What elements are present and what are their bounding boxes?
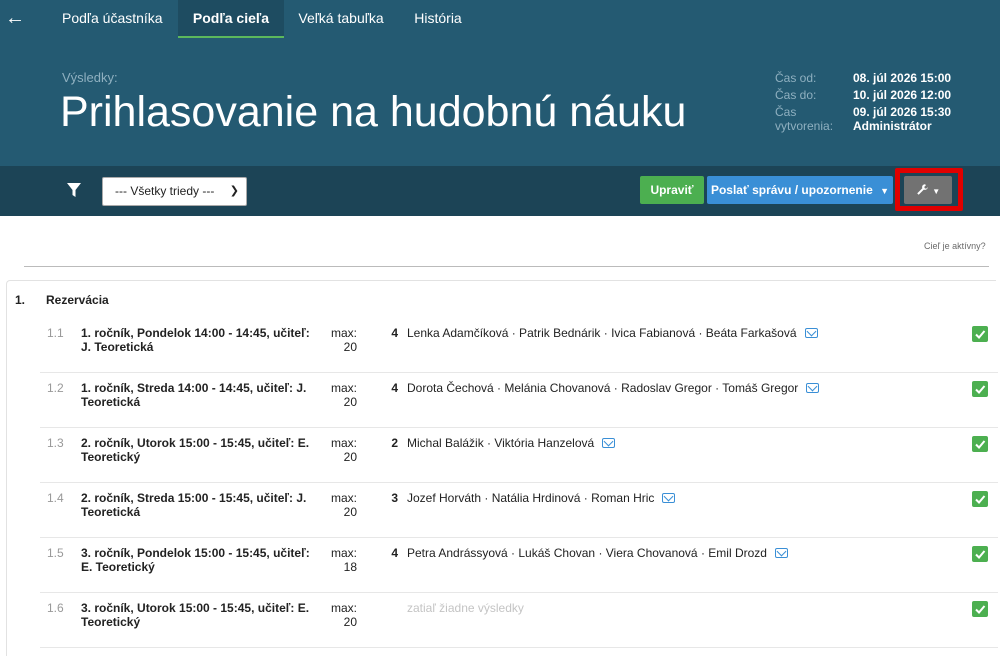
- row-max-value: 20: [343, 395, 357, 409]
- time-created-label: Čas vytvorenia:: [775, 105, 834, 133]
- envelope-icon[interactable]: [602, 438, 616, 448]
- tools-button[interactable]: ▼: [904, 176, 952, 204]
- row-max: max: 20: [320, 436, 357, 464]
- checkbox-checked-icon[interactable]: [972, 546, 988, 562]
- envelope-icon[interactable]: [804, 328, 818, 338]
- page-header: Výsledky: Prihlasovanie na hudobnú náuku…: [0, 38, 1000, 166]
- filter-icon[interactable]: [66, 182, 82, 198]
- time-to-value: 10. júl 2026 12:00: [853, 88, 952, 102]
- row-title: 3. ročník, Pondelok 15:00 - 15:45, učite…: [81, 546, 310, 574]
- send-message-label: Poslať správu / upozornenie: [710, 183, 873, 197]
- section-number: 1.: [15, 293, 26, 307]
- row-max-value: 18: [343, 560, 357, 574]
- row-max-value: 20: [343, 340, 357, 354]
- row-count: 4: [391, 381, 398, 395]
- table-row: 1.1 1. ročník, Pondelok 14:00 - 14:45, uč…: [40, 318, 998, 373]
- class-select-value: --- Všetky triedy ---: [115, 184, 215, 198]
- row-count: 4: [391, 326, 398, 340]
- row-max: max: 20: [320, 326, 357, 354]
- table-row: 1.2 1. ročník, Streda 14:00 - 14:45, učit…: [40, 373, 998, 428]
- row-title: 1. ročník, Pondelok 14:00 - 14:45, učite…: [81, 326, 310, 354]
- envelope-icon[interactable]: [806, 383, 820, 393]
- envelope-icon[interactable]: [662, 493, 676, 503]
- goal-active-link[interactable]: Cieľ je aktívny?: [924, 241, 986, 251]
- checkbox-checked-icon[interactable]: [972, 601, 988, 617]
- row-number: 1.5: [47, 546, 64, 560]
- participant-list: Lenka Adamčíková · Patrik Bednárik · Ivi…: [407, 326, 797, 340]
- row-max-value: 20: [343, 450, 357, 464]
- table-row: 1.5 3. ročník, Pondelok 15:00 - 15:45, uč…: [40, 538, 998, 593]
- participant-list: Michal Balážik · Viktória Hanzelová: [407, 436, 595, 450]
- row-title: 1. ročník, Streda 14:00 - 14:45, učiteľ:…: [81, 381, 307, 409]
- row-max: max: 20: [320, 491, 357, 519]
- checkbox-checked-icon[interactable]: [972, 436, 988, 452]
- row-max-label: max:: [330, 601, 357, 615]
- table-row: 1.3 2. ročník, Utorok 15:00 - 15:45, učit…: [40, 428, 998, 483]
- row-max: max: 20: [320, 601, 357, 629]
- row-title: 3. ročník, Utorok 15:00 - 15:45, učiteľ:…: [81, 601, 310, 629]
- tab-by-goal[interactable]: Podľa cieľa: [178, 0, 284, 38]
- class-select[interactable]: --- Všetky triedy --- ❯: [102, 177, 247, 206]
- row-number: 1.2: [47, 381, 64, 395]
- edit-button[interactable]: Upraviť: [640, 176, 704, 204]
- page-subtitle: Výsledky:: [62, 70, 118, 85]
- row-title: 2. ročník, Utorok 15:00 - 15:45, učiteľ:…: [81, 436, 310, 464]
- row-participants: Petra Andrássyová · Lukáš Chovan · Viera…: [407, 546, 788, 560]
- row-number: 1.1: [47, 326, 64, 340]
- section-title: Rezervácia: [46, 293, 109, 307]
- row-empty: zatiaľ žiadne výsledky: [407, 601, 524, 615]
- time-from-value: 08. júl 2026 15:00: [853, 71, 952, 85]
- row-max-label: max:: [330, 546, 357, 560]
- caret-down-icon: ▼: [880, 186, 890, 196]
- created-by-value: Administrátor: [853, 119, 932, 133]
- participant-list: Jozef Horváth · Natália Hrdinová · Roman…: [407, 491, 655, 505]
- time-to-label: Čas do:: [775, 88, 817, 102]
- arrow-left-icon[interactable]: ←: [4, 6, 26, 30]
- row-number: 1.6: [47, 601, 64, 615]
- time-from-label: Čas od:: [775, 71, 817, 85]
- row-title: 2. ročník, Streda 15:00 - 15:45, učiteľ:…: [81, 491, 307, 519]
- send-message-button[interactable]: Poslať správu / upozornenie ▼: [707, 176, 893, 204]
- checkbox-checked-icon[interactable]: [972, 381, 988, 397]
- row-max-label: max:: [330, 436, 357, 450]
- row-max-value: 20: [343, 615, 357, 629]
- row-participants: Jozef Horváth · Natália Hrdinová · Roman…: [407, 491, 676, 505]
- row-max: max: 20: [320, 381, 357, 409]
- tab-by-participant[interactable]: Podľa účastníka: [48, 0, 176, 38]
- chevron-down-icon: ❯: [229, 185, 239, 197]
- row-participants: Lenka Adamčíková · Patrik Bednárik · Ivi…: [407, 326, 818, 340]
- row-max-value: 20: [343, 505, 357, 519]
- participant-list: Petra Andrássyová · Lukáš Chovan · Viera…: [407, 546, 767, 560]
- row-max: max: 18: [320, 546, 357, 574]
- top-nav: ← Podľa účastníka Podľa cieľa Veľká tabu…: [0, 0, 1000, 38]
- row-count: 4: [391, 546, 398, 560]
- checkbox-checked-icon[interactable]: [972, 491, 988, 507]
- table-row: 1.6 3. ročník, Utorok 15:00 - 15:45, učit…: [40, 593, 998, 648]
- tools-caret-icon: ▼: [932, 187, 941, 196]
- row-participants: Dorota Čechová · Melánia Chovanová · Rad…: [407, 381, 820, 395]
- row-max-label: max:: [330, 381, 357, 395]
- row-count: 2: [391, 436, 398, 450]
- participant-list: Dorota Čechová · Melánia Chovanová · Rad…: [407, 381, 799, 395]
- wrench-icon: [917, 184, 928, 195]
- row-number: 1.4: [47, 491, 64, 505]
- row-divider: [40, 647, 998, 648]
- checkbox-checked-icon[interactable]: [972, 326, 988, 342]
- envelope-icon[interactable]: [774, 548, 788, 558]
- tab-history[interactable]: História: [404, 0, 472, 38]
- meta-info: Čas od: 08. júl 2026 15:00 Čas do: 10. j…: [775, 71, 995, 136]
- page-title: Prihlasovanie na hudobnú náuku: [60, 88, 687, 136]
- tab-big-table[interactable]: Veľká tabuľka: [286, 0, 396, 38]
- row-max-label: max:: [330, 491, 357, 505]
- row-max-label: max:: [330, 326, 357, 340]
- row-participants: Michal Balážik · Viktória Hanzelová: [407, 436, 616, 450]
- divider: [24, 266, 989, 267]
- row-count: 3: [391, 491, 398, 505]
- row-number: 1.3: [47, 436, 64, 450]
- time-created-value: 09. júl 2026 15:30: [853, 105, 952, 119]
- table-row: 1.4 2. ročník, Streda 15:00 - 15:45, učit…: [40, 483, 998, 538]
